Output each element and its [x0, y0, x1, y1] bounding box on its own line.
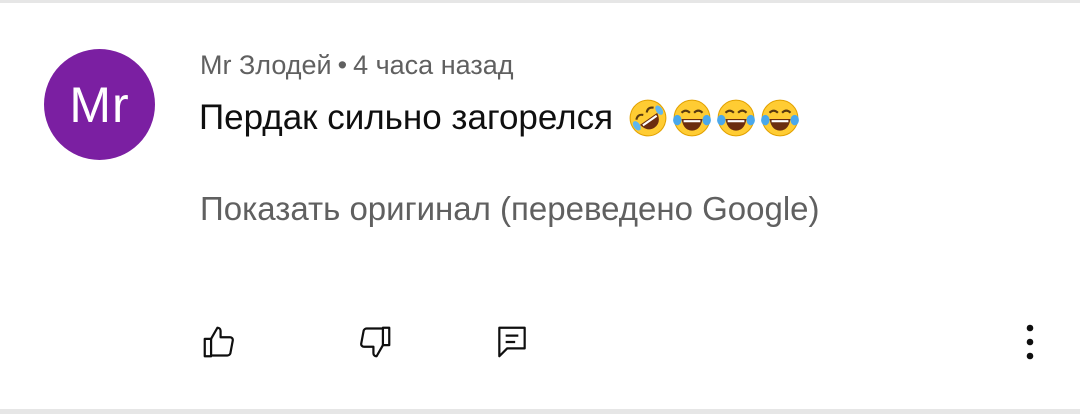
comment-icon: [498, 326, 526, 358]
avatar[interactable]: Mr: [44, 49, 155, 160]
divider-bottom: [0, 409, 1080, 414]
divider-top: [0, 0, 1080, 3]
meta-separator: •: [337, 50, 348, 80]
comment-card: Mr Mr Злодей • 4 часа назад Пердак сильно …: [0, 0, 1080, 414]
rolling-laughing-emoji-icon: [629, 99, 667, 137]
emoji-group: [627, 97, 801, 139]
show-original-link[interactable]: Показать оригинал (переведено Google): [200, 190, 820, 228]
comment-text-row: Пердак сильно загорелся: [199, 97, 801, 139]
dislike-button[interactable]: [353, 320, 397, 364]
author-name[interactable]: Mr Злодей: [200, 50, 332, 80]
like-button[interactable]: [197, 320, 241, 364]
comment-text: Пердак сильно загорелся: [199, 98, 614, 137]
tears-of-joy-emoji-icon: [761, 99, 799, 137]
thumbs-up-icon: [203, 326, 234, 358]
tears-of-joy-emoji-icon: [673, 99, 711, 137]
comment-time: 4 часа назад: [353, 50, 514, 80]
more-options-button[interactable]: [1010, 320, 1050, 364]
tears-of-joy-emoji-icon: [717, 99, 755, 137]
avatar-initials: Mr: [69, 76, 130, 133]
reply-button[interactable]: [490, 320, 534, 364]
thumbs-down-icon: [360, 326, 391, 358]
comment-meta: Mr Злодей • 4 часа назад: [200, 50, 513, 81]
more-vertical-icon: [1026, 324, 1034, 360]
